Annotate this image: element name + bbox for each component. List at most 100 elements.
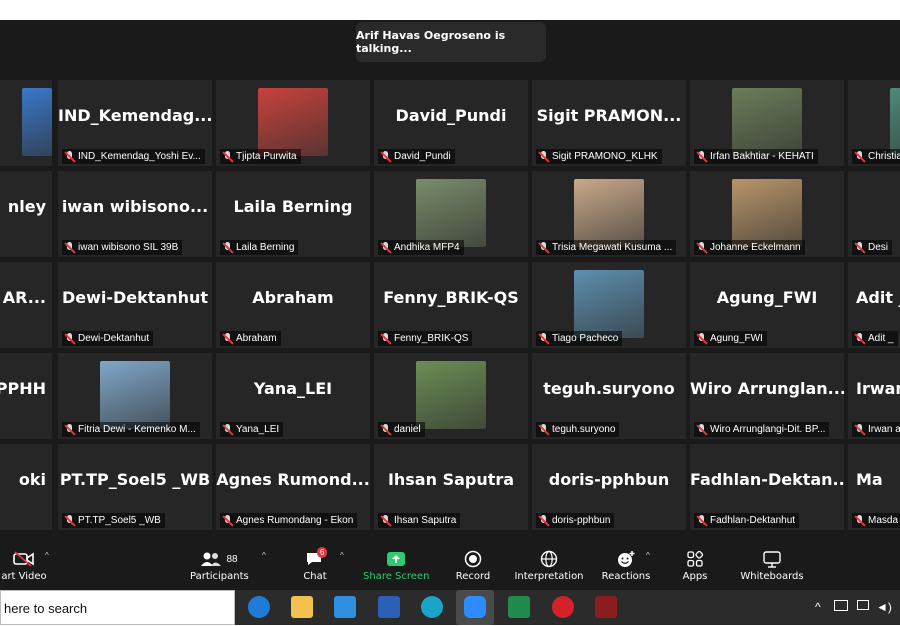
record-button[interactable]: Record (453, 547, 493, 589)
participant-tile[interactable]: Tiago Pacheco (532, 262, 686, 348)
participant-tile[interactable]: iwan wibisono... iwan wibisono SIL 39B (58, 171, 212, 257)
muted-mic-icon (538, 515, 549, 526)
participant-video (100, 361, 170, 429)
participant-tile[interactable]: Irfan Bakhtiar - KEHATI (690, 80, 844, 166)
participant-name-display: doris-pphbun (548, 470, 670, 489)
participant-tile[interactable]: Johanne Eckelmann (690, 171, 844, 257)
start-video-button[interactable]: art Video (0, 547, 48, 589)
participant-tile[interactable]: Sigit PRAMON... Sigit PRAMONO_KLHK (532, 80, 686, 166)
meeting-toolbar: art Video ^ 88 Participants ^ 6 Chat ^ S… (0, 545, 900, 590)
participant-video (22, 88, 52, 156)
participant-tile[interactable]: Adit _ Adit _ (848, 262, 900, 348)
participant-label-text: PT.TP_Soel5 _WB (78, 515, 161, 526)
participant-name-display: PT.TP_Soel5 _WB (59, 470, 211, 489)
participant-tile[interactable]: Dewi-Dektanhut Dewi-Dektanhut (58, 262, 212, 348)
participant-video (258, 88, 328, 156)
participant-tile[interactable]: Irwan Irwan a (848, 353, 900, 439)
taskbar-search-input[interactable]: here to search (0, 590, 235, 625)
participant-tile[interactable]: PT.TP_Soel5 _WB PT.TP_Soel5 _WB (58, 444, 212, 530)
edge-icon[interactable] (421, 596, 443, 618)
muted-mic-icon (854, 242, 865, 253)
participant-label-text: Irfan Bakhtiar - KEHATI (710, 151, 814, 162)
participant-tile[interactable]: Laila Berning Laila Berning (216, 171, 370, 257)
participant-name-label: iwan wibisono SIL 39B (62, 240, 183, 255)
participant-tile[interactable]: Fenny_BRIK-QS Fenny_BRIK-QS (374, 262, 528, 348)
muted-mic-icon (64, 151, 75, 162)
file-explorer-icon[interactable] (291, 596, 313, 618)
participant-tile[interactable] (0, 80, 52, 166)
participant-tile[interactable]: PPHHH (0, 353, 52, 439)
participant-name-label: Trisia Megawati Kusuma ... (536, 240, 677, 255)
share-screen-button[interactable]: Share Screen (363, 547, 429, 589)
participant-tile[interactable]: Ihsan Saputra Ihsan Saputra (374, 444, 528, 530)
network-icon[interactable] (834, 600, 848, 611)
participant-tile[interactable]: doris-pphbun doris-pphbun (532, 444, 686, 530)
volume-icon[interactable]: ◄) (876, 600, 892, 614)
participant-tile[interactable]: Yana_LEI Yana_LEI (216, 353, 370, 439)
app-icon[interactable] (595, 596, 617, 618)
participant-tile[interactable]: Tjipta Purwita (216, 80, 370, 166)
participant-tile[interactable]: Wiro Arrunglan... Wiro Arrunglangi-Dit. B… (690, 353, 844, 439)
participant-video (416, 179, 486, 247)
tray-chevron-icon[interactable]: ^ (815, 600, 821, 614)
participant-video (732, 179, 802, 247)
cortana-icon[interactable] (248, 596, 270, 618)
muted-mic-icon (696, 424, 707, 435)
participant-label-text: Sigit PRAMONO_KLHK (552, 151, 658, 162)
muted-mic-icon (854, 424, 865, 435)
muted-mic-icon (380, 515, 391, 526)
participant-name-display: Dewi-Dektanhut (61, 288, 209, 307)
talking-indicator: Arif Havas Oegroseno is talking... (356, 22, 546, 62)
reactions-options-caret[interactable]: ^ (646, 551, 650, 560)
participant-tile[interactable]: - AR...PA (0, 262, 52, 348)
word-icon[interactable] (378, 596, 400, 618)
participant-tile[interactable]: Christia (848, 80, 900, 166)
muted-mic-icon (696, 151, 707, 162)
participant-tile[interactable]: Ma Masda (848, 444, 900, 530)
mail-icon[interactable] (334, 596, 356, 618)
muted-mic-icon (696, 515, 707, 526)
reactions-button[interactable]: Reactions (600, 547, 652, 589)
opera-icon[interactable] (552, 596, 574, 618)
zoom-taskbar-button[interactable] (456, 590, 494, 625)
participant-tile[interactable]: teguh.suryono teguh.suryono (532, 353, 686, 439)
apps-icon (678, 547, 712, 571)
search-placeholder: here to search (4, 601, 88, 616)
participant-tile[interactable]: oki (0, 444, 52, 530)
participant-tile[interactable]: Agung_FWI Agung_FWI (690, 262, 844, 348)
participant-tile[interactable]: Desi (848, 171, 900, 257)
chat-options-caret[interactable]: ^ (340, 551, 344, 560)
participant-tile[interactable]: daniel (374, 353, 528, 439)
participants-button[interactable]: 88 Participants (190, 547, 249, 589)
participant-label-text: Tiago Pacheco (552, 333, 619, 344)
participant-tile[interactable]: Abraham Abraham (216, 262, 370, 348)
globe-icon (513, 547, 585, 571)
muted-mic-icon (538, 242, 549, 253)
muted-mic-icon (854, 151, 865, 162)
participant-name-display: Yana_LEI (253, 379, 333, 398)
participant-tile[interactable]: Fitria Dewi - Kemenko M... (58, 353, 212, 439)
display-icon[interactable] (857, 600, 869, 610)
participants-options-caret[interactable]: ^ (262, 551, 266, 560)
excel-icon[interactable] (508, 596, 530, 618)
muted-mic-icon (222, 515, 233, 526)
participant-tile[interactable]: IND_Kemendag... IND_Kemendag_Yoshi Ev... (58, 80, 212, 166)
muted-mic-icon (222, 333, 233, 344)
participant-tile[interactable]: Andhika MFP4 (374, 171, 528, 257)
video-options-caret[interactable]: ^ (45, 551, 49, 560)
chat-button[interactable]: 6 Chat (296, 547, 334, 589)
participant-label-text: teguh.suryono (552, 424, 616, 435)
interpretation-button[interactable]: Interpretation (513, 547, 585, 589)
apps-button[interactable]: Apps (678, 547, 712, 589)
participant-tile[interactable]: Agnes Rumond... Agnes Rumondang - Ekon (216, 444, 370, 530)
whiteboard-icon (738, 547, 806, 571)
whiteboards-button[interactable]: Whiteboards (738, 547, 806, 589)
participant-tile[interactable]: David_Pundi David_Pundi (374, 80, 528, 166)
participant-name-label: Irwan a (852, 422, 900, 437)
participant-tile[interactable]: nley (0, 171, 52, 257)
participant-video (574, 270, 644, 338)
participant-tile[interactable]: Trisia Megawati Kusuma ... (532, 171, 686, 257)
participant-tile[interactable]: Fadhlan-Dektan... Fadhlan-Dektanhut (690, 444, 844, 530)
participant-name-display: iwan wibisono... (61, 197, 209, 216)
participant-name-label: doris-pphbun (536, 513, 615, 528)
